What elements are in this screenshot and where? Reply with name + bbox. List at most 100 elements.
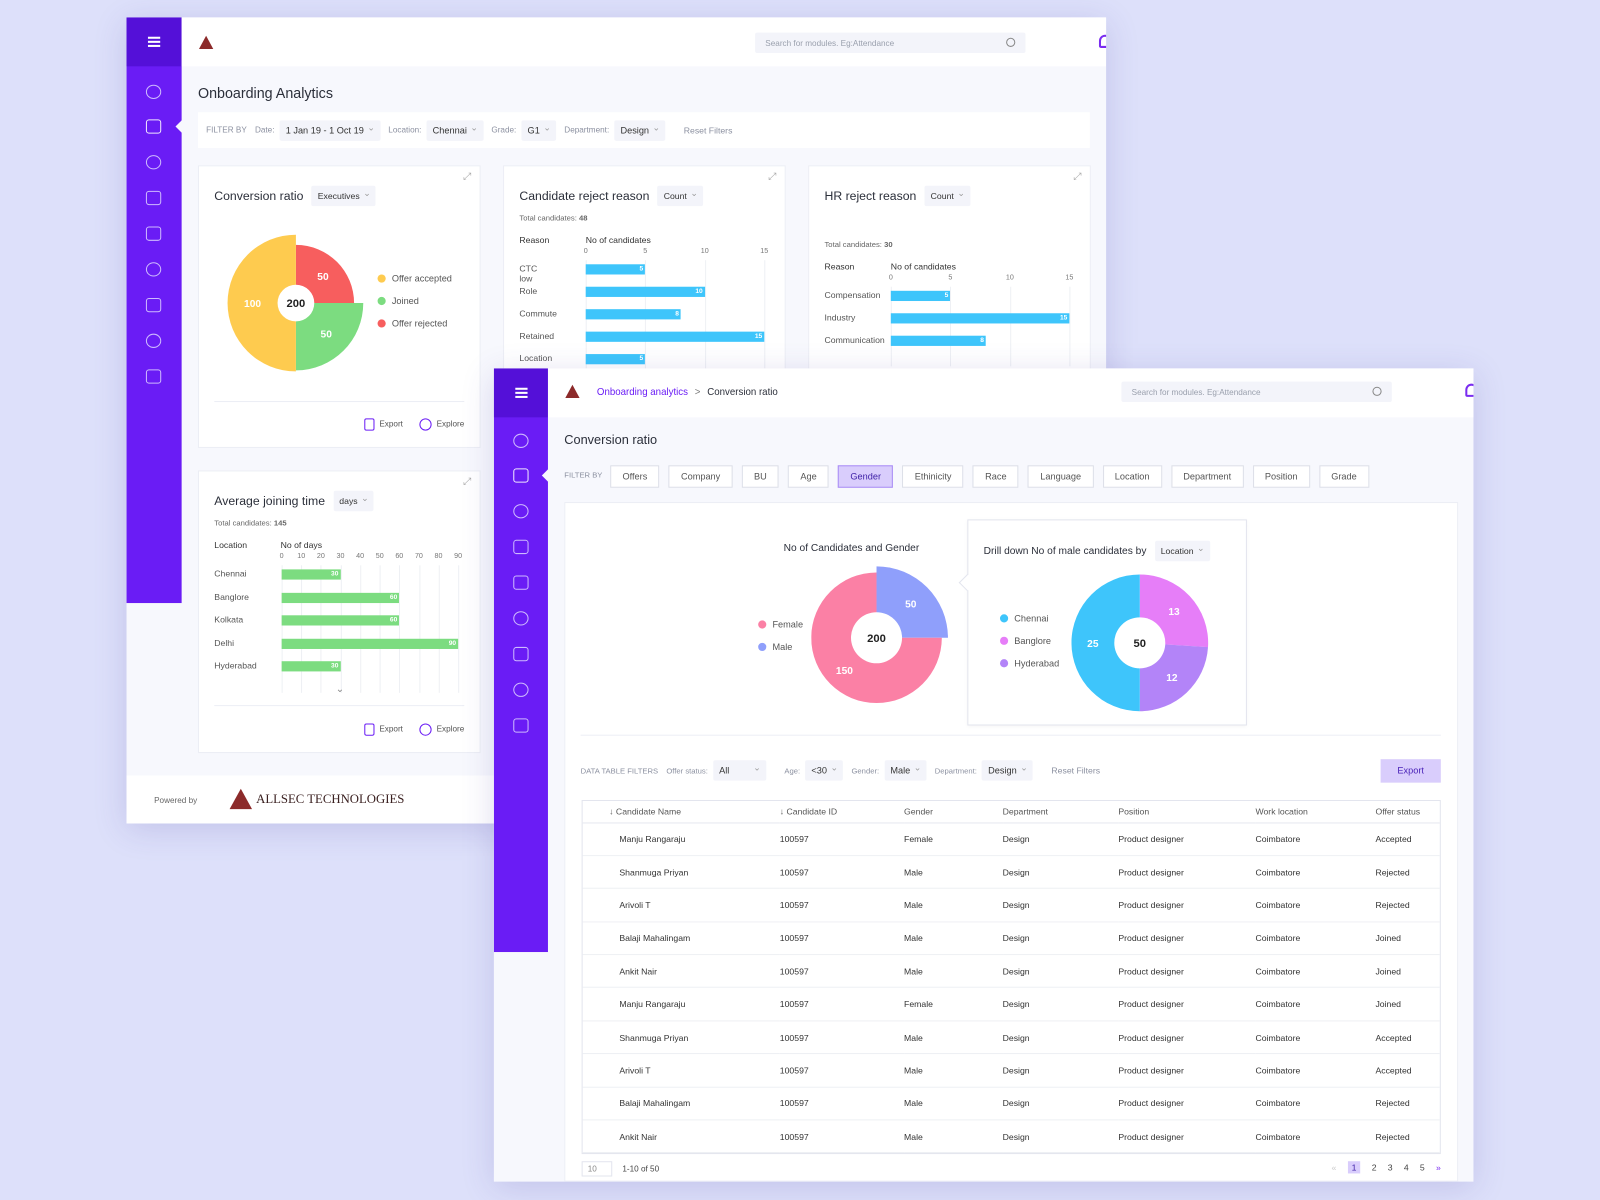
reject-dropdown[interactable]: Count — [657, 185, 704, 207]
expand-icon[interactable]: ⤢ — [768, 171, 776, 182]
legend-item[interactable]: Joined — [377, 296, 452, 306]
tab-company[interactable]: Company — [668, 465, 733, 488]
dashboard-icon[interactable] — [513, 433, 529, 448]
export-button[interactable]: Export — [364, 418, 403, 430]
legend-item[interactable]: Offer rejected — [377, 318, 452, 329]
search-input[interactable]: Search for modules. Eg:Attendance — [755, 32, 1026, 54]
page-size-stepper[interactable]: 10 — [581, 1161, 613, 1177]
archive-icon[interactable] — [145, 369, 162, 384]
bell-icon[interactable] — [1465, 383, 1474, 397]
table-row[interactable]: Arivoli T 100597 Male Design Product designe… — [582, 888, 1440, 923]
legend-item[interactable]: Hyderabad — [999, 658, 1059, 668]
offer-status-filter[interactable]: All — [712, 760, 767, 781]
location-filter[interactable]: Chennai — [426, 119, 484, 141]
explore-button[interactable]: Explore — [419, 418, 465, 430]
tab-offers[interactable]: Offers — [610, 465, 660, 488]
department-filter[interactable]: Design — [614, 119, 666, 141]
bar[interactable]: 30 — [281, 661, 341, 672]
menu-button[interactable] — [493, 368, 548, 418]
gender-filter[interactable]: Male — [884, 760, 927, 781]
bar[interactable]: 90 — [281, 638, 459, 649]
page-4[interactable]: 4 — [1404, 1162, 1409, 1172]
expand-icon[interactable]: ⤢ — [463, 477, 471, 488]
page-1[interactable]: 1 — [1347, 1161, 1361, 1174]
bar[interactable]: 15 — [585, 331, 765, 342]
percent-icon[interactable] — [513, 682, 529, 697]
archive-icon[interactable] — [513, 718, 529, 733]
refresh-icon[interactable] — [513, 504, 529, 519]
calendar-icon[interactable] — [513, 539, 529, 555]
page-3[interactable]: 3 — [1388, 1162, 1393, 1172]
tab-ethinicity[interactable]: Ethinicity — [902, 465, 964, 488]
tab-grade[interactable]: Grade — [1318, 465, 1369, 488]
page-5[interactable]: 5 — [1420, 1162, 1425, 1172]
bar[interactable]: 10 — [585, 286, 705, 297]
bar[interactable]: 5 — [585, 264, 646, 275]
tab-location[interactable]: Location — [1102, 465, 1162, 488]
table-row[interactable]: Manju Rangaraju 100597 Female Design Product… — [582, 987, 1440, 1022]
legend-item[interactable]: Chennai — [999, 613, 1059, 623]
reset-filters-link[interactable]: Reset Filters — [684, 125, 733, 135]
date-filter[interactable]: 1 Jan 19 - 1 Oct 19 — [279, 119, 381, 141]
expand-icon[interactable]: ⤢ — [463, 171, 471, 182]
schedule-icon[interactable] — [145, 226, 162, 241]
document-icon[interactable] — [513, 646, 529, 662]
bar[interactable]: 60 — [281, 592, 400, 603]
tab-age[interactable]: Age — [788, 465, 829, 488]
bar[interactable]: 5 — [585, 354, 646, 365]
table-row[interactable]: Shanmuga Priyan 100597 Male Design Product d… — [582, 1020, 1440, 1055]
document-icon[interactable] — [145, 297, 162, 313]
column-header[interactable]: ↓ Candidate ID — [779, 801, 905, 823]
department-filter[interactable]: Design — [981, 760, 1034, 781]
table-row[interactable]: Arivoli T 100597 Male Design Product designe… — [582, 1053, 1440, 1088]
hr-dropdown[interactable]: Count — [924, 185, 971, 207]
expand-icon[interactable]: ⤢ — [1073, 171, 1081, 182]
help-icon[interactable] — [145, 262, 162, 277]
menu-button[interactable] — [126, 17, 182, 67]
tab-language[interactable]: Language — [1028, 465, 1094, 488]
bell-icon[interactable] — [1098, 34, 1107, 48]
chevron-down-icon[interactable]: ⌄ — [336, 684, 345, 695]
help-icon[interactable] — [513, 611, 529, 626]
bar[interactable]: 5 — [890, 290, 951, 302]
tab-position[interactable]: Position — [1252, 465, 1310, 488]
analytics-icon[interactable] — [145, 119, 162, 134]
refresh-icon[interactable] — [145, 155, 162, 170]
breadcrumb-parent[interactable]: Onboarding analytics — [597, 387, 688, 398]
conversion-dropdown[interactable]: Executives — [311, 185, 377, 207]
calendar-icon[interactable] — [145, 190, 162, 206]
drill-dropdown[interactable]: Location — [1154, 540, 1210, 562]
table-row[interactable]: Ankit Nair 100597 Male Design Product design… — [582, 1119, 1440, 1154]
page-2[interactable]: 2 — [1372, 1162, 1377, 1172]
column-header[interactable]: ↓ Candidate Name — [582, 801, 780, 823]
legend-item[interactable]: Banglore — [999, 636, 1059, 646]
bar[interactable]: 15 — [890, 313, 1070, 324]
tab-race[interactable]: Race — [972, 465, 1019, 488]
schedule-icon[interactable] — [513, 575, 529, 590]
legend-item[interactable]: Offer accepted — [377, 273, 452, 284]
legend-item[interactable]: Female — [758, 619, 803, 630]
percent-icon[interactable] — [145, 333, 162, 348]
table-row[interactable]: Balaji Mahalingam 100597 Male Design Product… — [582, 921, 1440, 956]
column-header[interactable]: Position — [1118, 801, 1256, 823]
bar[interactable]: 30 — [281, 569, 341, 580]
table-row[interactable]: Shanmuga Priyan 100597 Male Design Product d… — [582, 855, 1440, 890]
search-input[interactable]: Search for modules. Eg:Attendance — [1121, 381, 1392, 403]
joining-dropdown[interactable]: days — [333, 490, 374, 512]
tab-bu[interactable]: BU — [741, 465, 779, 488]
prev-page-icon[interactable]: « — [1331, 1162, 1336, 1172]
legend-item[interactable]: Male — [758, 642, 803, 652]
table-row[interactable]: Ankit Nair 100597 Male Design Product design… — [582, 954, 1440, 989]
column-header[interactable]: Gender — [904, 801, 1003, 823]
tab-gender[interactable]: Gender — [838, 465, 894, 488]
column-header[interactable]: Work location — [1255, 801, 1376, 823]
column-header[interactable]: Department — [1002, 801, 1119, 823]
table-row[interactable]: Balaji Mahalingam 100597 Male Design Product… — [582, 1086, 1440, 1121]
next-page-icon[interactable]: » — [1436, 1162, 1441, 1172]
age-filter[interactable]: <30 — [805, 760, 844, 781]
column-header[interactable]: Offer status — [1375, 801, 1440, 823]
export-button[interactable]: Export — [1380, 759, 1441, 783]
bar[interactable]: 8 — [890, 335, 987, 346]
bar[interactable]: 60 — [281, 615, 400, 626]
grade-filter[interactable]: G1 — [521, 119, 557, 141]
